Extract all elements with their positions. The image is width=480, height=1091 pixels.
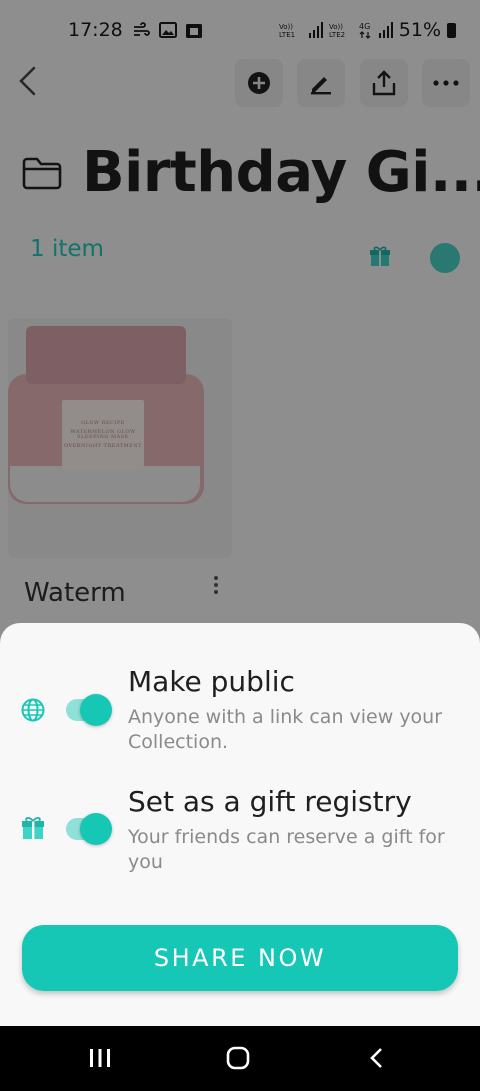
gift-registry-toggle[interactable] (66, 813, 112, 845)
toggle-knob (80, 694, 112, 726)
recent-apps-icon (90, 1049, 110, 1067)
globe-icon (21, 698, 45, 722)
gift-registry-title: Set as a gift registry (128, 785, 412, 818)
home-button[interactable] (216, 1040, 260, 1076)
gift-icon (22, 817, 44, 839)
make-public-description: Anyone with a link can view your Collect… (128, 706, 443, 753)
home-icon (226, 1046, 250, 1070)
share-bottom-sheet: Make public Anyone with a link can view … (0, 623, 480, 1026)
back-arrow-icon (370, 1048, 382, 1068)
make-public-toggle[interactable] (66, 694, 112, 726)
system-nav-bar (0, 1026, 480, 1091)
make-public-title: Make public (128, 665, 295, 698)
share-now-button[interactable]: SHARE NOW (22, 925, 458, 991)
toggle-knob (80, 813, 112, 845)
gift-registry-description: Your friends can reserve a gift for you (128, 826, 445, 873)
recent-apps-button[interactable] (78, 1040, 122, 1076)
back-nav-button[interactable] (354, 1040, 398, 1076)
